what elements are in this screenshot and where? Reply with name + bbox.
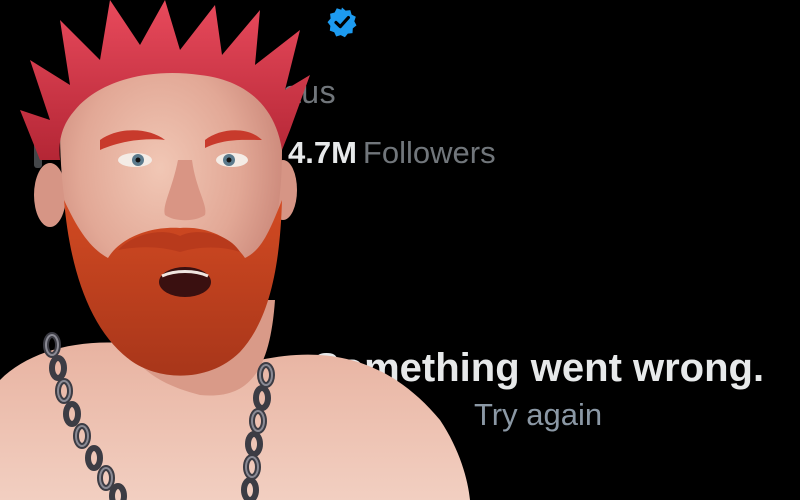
portrait-photo bbox=[0, 0, 470, 500]
left-ear bbox=[34, 163, 66, 227]
try-again-button[interactable]: Try again bbox=[474, 399, 602, 430]
screenshot-canvas: aus 4.7M Followers Something went wrong. … bbox=[0, 0, 800, 500]
